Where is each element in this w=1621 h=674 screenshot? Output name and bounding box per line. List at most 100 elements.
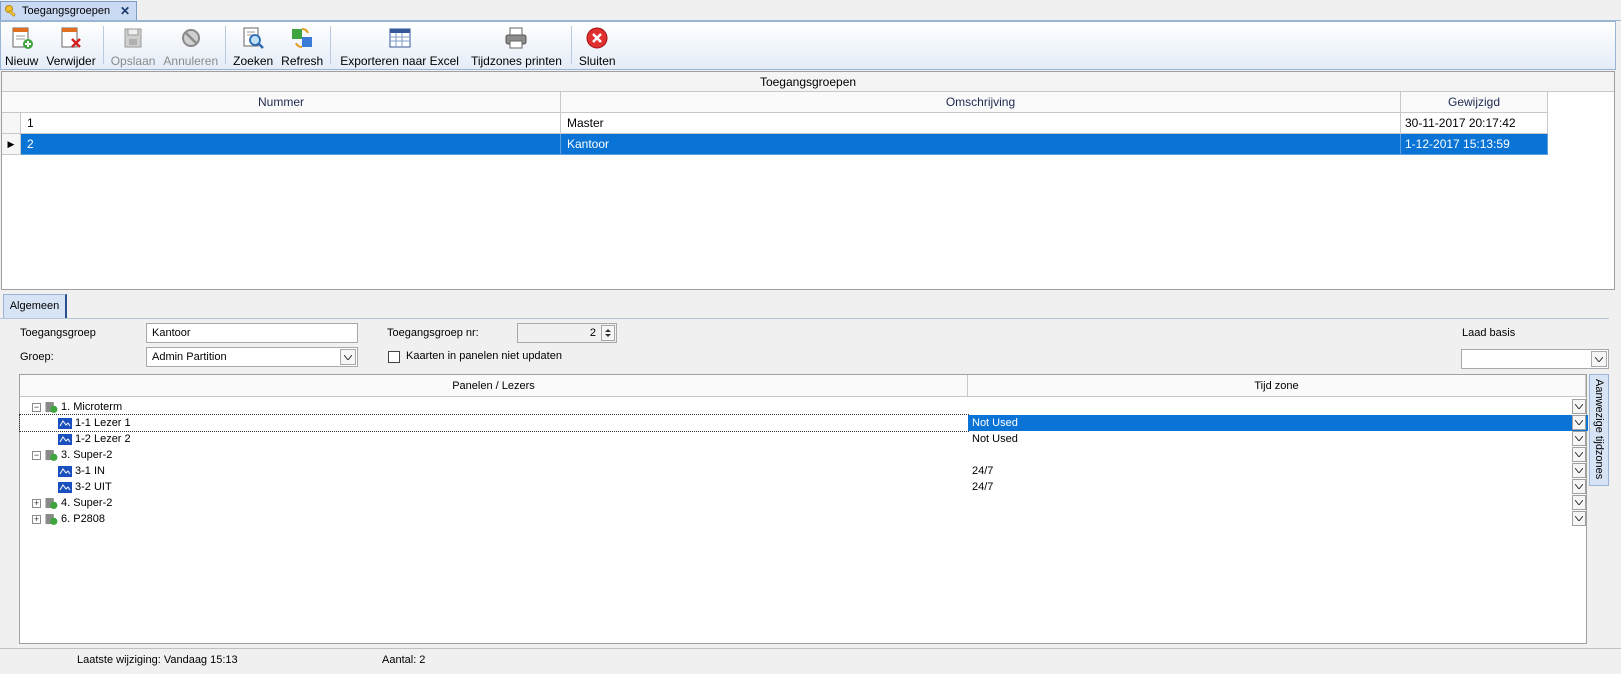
- chevron-down-icon[interactable]: [1572, 431, 1586, 446]
- tree-row-zone[interactable]: Not Used: [20, 415, 1588, 431]
- tree-zone-value[interactable]: 24/7: [968, 479, 1588, 495]
- chevron-down-icon[interactable]: [1572, 479, 1586, 494]
- row-selected-marker[interactable]: ▶: [2, 134, 21, 155]
- new-button-label: Nieuw: [5, 54, 39, 68]
- panel-icon: [45, 449, 58, 461]
- chevron-down-icon[interactable]: [1572, 463, 1586, 478]
- reader-icon: [58, 465, 72, 477]
- tree-node-reader[interactable]: 3-2 UIT 24/7: [20, 479, 1586, 495]
- chevron-down-icon[interactable]: [1591, 351, 1607, 367]
- column-header-nummer[interactable]: Nummer: [2, 92, 561, 113]
- cell-nummer: 2: [21, 134, 561, 155]
- export-excel-button-label: Exporteren naar Excel: [340, 54, 459, 68]
- tree-node-reader[interactable]: 1-2 Lezer 2 Not Used: [20, 431, 1586, 447]
- tree-node-label: 6. P2808: [61, 513, 106, 525]
- delete-button-label: Verwijder: [46, 54, 96, 68]
- search-icon: [243, 27, 265, 49]
- tree-node-reader[interactable]: 3-1 IN 24/7: [20, 463, 1586, 479]
- close-circle-icon: [586, 27, 608, 48]
- toegangsgroep-nr-value: 2: [589, 327, 596, 339]
- refresh-button[interactable]: Refresh: [277, 22, 327, 68]
- laad-basis-label: Laad basis: [1462, 327, 1516, 339]
- close-tab-icon[interactable]: ✕: [120, 4, 130, 18]
- save-button-label: Opslaan: [110, 54, 156, 68]
- column-header-panelen-lezers[interactable]: Panelen / Lezers: [20, 375, 968, 397]
- expand-icon[interactable]: +: [32, 514, 41, 524]
- laad-basis-select[interactable]: [1461, 349, 1609, 369]
- no-update-checkbox-label: Kaarten in panelen niet updaten: [406, 350, 562, 362]
- reader-icon: [58, 481, 72, 493]
- tree-zone-value[interactable]: Not Used: [968, 415, 1588, 431]
- tree-node-label: 1-2 Lezer 2: [75, 433, 131, 445]
- tree-node-panel[interactable]: − 1. Microterm: [20, 399, 1586, 415]
- delete-button[interactable]: Verwijder: [42, 22, 99, 68]
- search-button-label: Zoeken: [233, 54, 274, 68]
- tree-zone-value[interactable]: [968, 511, 1588, 527]
- tree-node-panel[interactable]: − 3. Super-2: [20, 447, 1586, 463]
- save-icon: [124, 28, 142, 47]
- cancel-button-label: Annuleren: [163, 54, 219, 68]
- print-timezones-button[interactable]: Tijdzones printen: [465, 22, 568, 68]
- cancel-button[interactable]: Annuleren: [159, 22, 222, 68]
- refresh-button-label: Refresh: [281, 54, 324, 68]
- column-header-omschrijving[interactable]: Omschrijving: [561, 92, 1401, 113]
- side-tab-label: Aanwezige tijdzones: [1593, 379, 1605, 480]
- tree-node-panel[interactable]: + 4. Super-2: [20, 495, 1586, 511]
- chevron-down-icon[interactable]: [1572, 447, 1586, 462]
- tree-zone-value[interactable]: [968, 495, 1588, 511]
- save-button[interactable]: Opslaan: [107, 22, 160, 68]
- status-bar: Laatste wijziging: Vandaag 15:13 Aantal:…: [0, 648, 1621, 674]
- chevron-down-icon[interactable]: [340, 349, 356, 365]
- document-tab[interactable]: Toegangsgroepen ✕: [0, 1, 137, 20]
- status-count: Aantal: 2: [382, 654, 426, 666]
- chevron-down-icon[interactable]: [1572, 415, 1586, 430]
- close-button[interactable]: Sluiten: [575, 22, 620, 68]
- cell-nummer: 1: [21, 113, 561, 134]
- document-tab-title: Toegangsgroepen: [22, 5, 111, 17]
- column-header-tijd-zone[interactable]: Tijd zone: [968, 375, 1586, 397]
- new-button[interactable]: Nieuw: [1, 22, 42, 68]
- tree-zone-value[interactable]: Not Used: [968, 431, 1588, 447]
- tab-strip: [0, 291, 1621, 318]
- tree-node-label: 3-1 IN: [75, 465, 105, 477]
- tree-node-label: 4. Super-2: [61, 497, 113, 509]
- tree-zone-value[interactable]: 24/7: [968, 463, 1588, 479]
- close-button-label: Sluiten: [578, 54, 616, 68]
- tree-zone-value[interactable]: [968, 447, 1588, 463]
- panel-icon: [45, 401, 58, 413]
- tree-node-label: 3. Super-2: [61, 449, 113, 461]
- search-button[interactable]: Zoeken: [229, 22, 277, 68]
- groep-select[interactable]: Admin Partition: [146, 347, 358, 367]
- groep-label: Groep:: [20, 351, 54, 363]
- expand-icon[interactable]: +: [32, 498, 41, 508]
- toegangsgroep-nr-stepper[interactable]: 2: [517, 323, 617, 343]
- export-excel-button[interactable]: Exporteren naar Excel: [334, 22, 465, 68]
- refresh-icon: [292, 27, 313, 48]
- cancel-icon: [181, 28, 200, 47]
- tree-zone-value[interactable]: [968, 399, 1588, 415]
- cell-omschrijving: Master: [561, 113, 1401, 134]
- toegangsgroep-input[interactable]: Kantoor: [146, 323, 358, 343]
- tree-node-panel[interactable]: + 6. P2808: [20, 511, 1586, 527]
- row-header[interactable]: [2, 113, 21, 134]
- toolbar-separator: [330, 26, 332, 64]
- collapse-icon[interactable]: −: [32, 402, 41, 412]
- toolbar: Nieuw Verwijder Opslaan Annuleren Zoeken…: [0, 21, 1616, 70]
- spin-buttons[interactable]: [601, 325, 615, 341]
- tab-algemeen[interactable]: Algemeen: [3, 294, 67, 318]
- no-update-checkbox[interactable]: [388, 351, 400, 363]
- toolbar-separator: [225, 26, 227, 64]
- panels-readers-tree: Panelen / Lezers Tijd zone − 1. Microter…: [19, 374, 1588, 644]
- reader-icon: [58, 433, 72, 445]
- chevron-down-icon[interactable]: [1572, 399, 1586, 414]
- panel-icon: [45, 513, 58, 525]
- grid-caption: Toegangsgroepen: [2, 72, 1614, 92]
- chevron-down-icon[interactable]: [1572, 511, 1586, 526]
- collapse-icon[interactable]: −: [32, 450, 41, 460]
- groep-select-value: Admin Partition: [152, 351, 227, 363]
- column-header-gewijzigd[interactable]: Gewijzigd: [1401, 92, 1548, 113]
- chevron-down-icon[interactable]: [1572, 495, 1586, 510]
- side-tab-timezones[interactable]: Aanwezige tijdzones: [1589, 374, 1609, 486]
- toegangsgroep-label: Toegangsgroep: [20, 327, 96, 339]
- toegangsgroep-nr-label: Toegangsgroep nr:: [387, 327, 479, 339]
